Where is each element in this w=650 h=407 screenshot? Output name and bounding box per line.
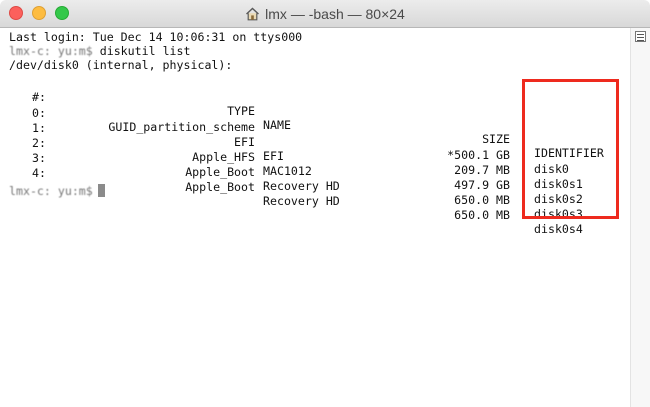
prompt-prefix: lmx-c: yu:m$ [9,44,93,58]
window-title: lmx — -bash — 80×24 [265,6,405,22]
row-name: MAC1012 [263,164,312,178]
terminal-window: lmx — -bash — 80×24 Last login: Tue Dec … [0,0,650,407]
row-name: Recovery HD [263,179,340,193]
row-size: 497.9 GB [454,178,510,192]
row-identifier: disk0s4 [534,222,583,236]
vertical-scrollbar[interactable] [630,28,650,407]
final-prompt: lmx-c: yu:m$ [9,184,93,198]
login-line: Last login: Tue Dec 14 10:06:31 on ttys0… [9,30,303,44]
house-icon [245,7,260,21]
command-line: lmx-c: yu:m$ diskutil list [9,44,191,58]
row-type: Apple_Boot [185,165,255,179]
title-bar[interactable]: lmx — -bash — 80×24 [0,0,650,28]
row-size: 650.0 MB [454,208,510,222]
window-title-area: lmx — -bash — 80×24 [0,0,650,28]
command-text: diskutil list [92,44,191,58]
row-size: 650.0 MB [454,193,510,207]
identifier-highlight-box [522,79,619,219]
device-line: /dev/disk0 (internal, physical): [9,58,233,72]
text-cursor [97,184,105,197]
row-name: Recovery HD [263,194,340,208]
row-num: 4: [32,166,46,180]
terminal-output[interactable]: Last login: Tue Dec 14 10:06:31 on ttys0… [0,28,630,407]
scrollbar-grip-icon[interactable] [635,31,646,42]
prompt-line: lmx-c: yu:m$ [9,184,105,198]
